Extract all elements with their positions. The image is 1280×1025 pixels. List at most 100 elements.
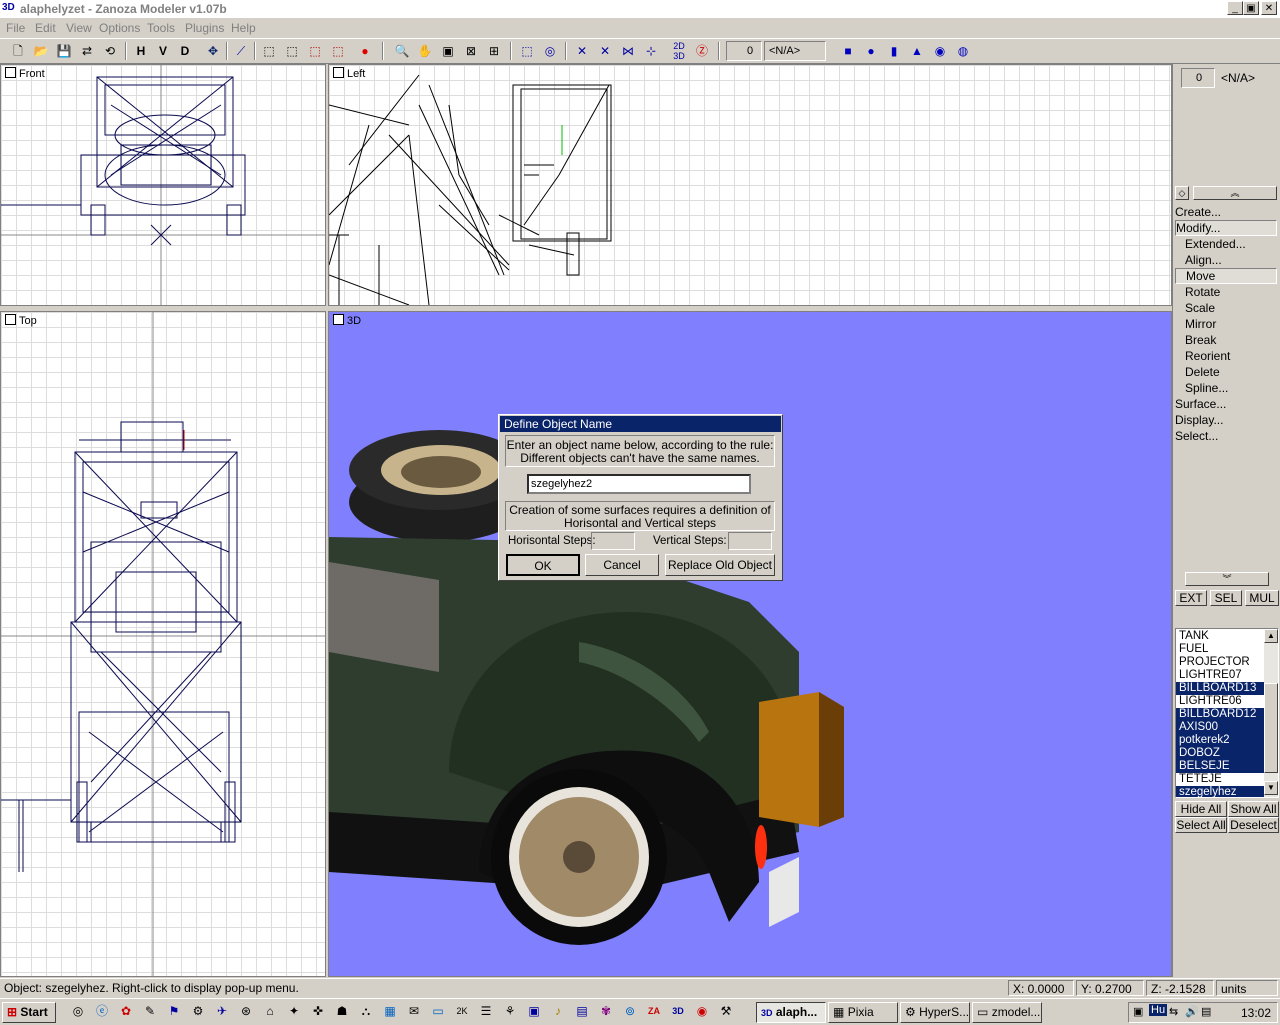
object-list-item[interactable]: LIGHTRE07 — [1176, 669, 1264, 682]
render-icon[interactable]: ● — [355, 41, 375, 61]
object-list-item[interactable]: LIGHTRE06 — [1176, 695, 1264, 708]
show-all-button[interactable]: Show All — [1228, 801, 1279, 817]
object-list-item[interactable]: BELSEJE — [1176, 760, 1264, 773]
quicklaunch-app-icon[interactable]: ✿ — [118, 1003, 134, 1019]
quicklaunch-3d-icon[interactable]: 3D — [670, 1003, 686, 1019]
tube-icon[interactable]: ◍ — [953, 41, 973, 61]
cube-textured-icon[interactable]: ⬚ — [328, 41, 348, 61]
hide-all-button[interactable]: Hide All — [1175, 801, 1227, 817]
panel-menu-align[interactable]: Align... — [1175, 252, 1277, 268]
quicklaunch-notepad-icon[interactable]: ✎ — [142, 1003, 158, 1019]
h-button[interactable]: H — [131, 41, 151, 61]
object-name-input[interactable]: szegelyhez2 — [527, 474, 751, 494]
object-list-item[interactable]: potkerek2 — [1176, 734, 1264, 747]
panel-spinner[interactable]: 0 — [1181, 68, 1215, 88]
quicklaunch-tool-icon[interactable]: ⚙ — [190, 1003, 206, 1019]
object-list-item[interactable]: DOBOZ — [1176, 747, 1264, 760]
ok-button[interactable]: OK — [506, 554, 580, 576]
tray-language[interactable]: Hu — [1149, 1004, 1168, 1016]
object-list-item[interactable]: BILLBOARD12 — [1176, 708, 1264, 721]
quicklaunch-disk-icon[interactable]: ▣ — [526, 1003, 542, 1019]
scrollbar-thumb[interactable] — [1264, 683, 1278, 773]
quicklaunch-app14-icon[interactable]: ♪ — [550, 1003, 566, 1019]
panel-menu-extended[interactable]: Extended... — [1175, 236, 1277, 252]
pan-icon[interactable]: ✋ — [415, 41, 435, 61]
scroll-down-arrow-icon[interactable]: ▼ — [1264, 781, 1278, 795]
scroll-up-arrow-icon[interactable]: ▲ — [1264, 629, 1278, 643]
quicklaunch-app10-icon[interactable]: ✉ — [406, 1003, 422, 1019]
task-alaph[interactable]: 3D alaph... — [756, 1002, 826, 1023]
panel-menu-scale[interactable]: Scale — [1175, 300, 1277, 316]
task-hypersnap[interactable]: ⚙ HyperS... — [900, 1002, 970, 1023]
object-list[interactable]: TANK FUEL PROJECTOR LIGHTRE07 BILLBOARD13 LIG… — [1175, 628, 1279, 798]
quicklaunch-app5-icon[interactable]: ✦ — [286, 1003, 302, 1019]
front-viewport[interactable]: Front — [0, 64, 326, 306]
object-list-item[interactable]: TANK — [1176, 630, 1264, 643]
sphere-icon[interactable]: ● — [861, 41, 881, 61]
face-icon[interactable]: ⋈ — [618, 41, 638, 61]
quicklaunch-app11-icon[interactable]: ▭ — [430, 1003, 446, 1019]
select-circle-icon[interactable]: ◎ — [540, 41, 560, 61]
start-button[interactable]: ⊞ Start — [2, 1002, 56, 1023]
scroll-down-icon[interactable]: ︾ — [1185, 572, 1269, 586]
zoom-extents-icon[interactable]: ▣ — [438, 41, 458, 61]
minimize-button[interactable]: _ — [1227, 1, 1243, 15]
menu-file[interactable]: File — [6, 21, 25, 35]
torus-icon[interactable]: ◉ — [930, 41, 950, 61]
tray-monitor-icon[interactable]: ▣ — [1133, 1005, 1143, 1018]
vertical-steps-input[interactable] — [728, 532, 772, 550]
panel-menu-modify[interactable]: Modify... — [1175, 220, 1277, 236]
vertex-icon[interactable]: ✕ — [572, 41, 592, 61]
panel-menu-surface[interactable]: Surface... — [1175, 396, 1277, 412]
cube-solid-icon[interactable]: ⬚ — [305, 41, 325, 61]
quicklaunch-app9-icon[interactable]: ▦ — [382, 1003, 398, 1019]
quicklaunch-ie-icon[interactable]: ⓔ — [94, 1003, 110, 1019]
select-box-icon[interactable]: ⬚ — [517, 41, 537, 61]
panel-menu-select[interactable]: Select... — [1175, 428, 1277, 444]
3d-viewport[interactable]: 3D — [328, 311, 1172, 977]
sel-button[interactable]: SEL — [1210, 590, 1242, 606]
quicklaunch-app13-icon[interactable]: ⚘ — [502, 1003, 518, 1019]
deselect-button[interactable]: Deselect — [1228, 817, 1279, 833]
quicklaunch-app3-icon[interactable]: ⊛ — [238, 1003, 254, 1019]
toolbar-spinner[interactable]: 0 — [726, 41, 762, 61]
edge-icon[interactable]: ✕ — [595, 41, 615, 61]
panel-menu-move[interactable]: Move — [1175, 268, 1277, 284]
panel-menu-rotate[interactable]: Rotate — [1175, 284, 1277, 300]
panel-menu-reorient[interactable]: Reorient — [1175, 348, 1277, 364]
new-icon[interactable]: 🗋 — [8, 41, 28, 61]
quicklaunch-2k-icon[interactable]: 2K — [454, 1003, 470, 1019]
quicklaunch-desktop-icon[interactable]: ◎ — [70, 1003, 86, 1019]
quicklaunch-app15-icon[interactable]: ▤ — [574, 1003, 590, 1019]
import-icon[interactable]: ⟲ — [100, 41, 120, 61]
quicklaunch-app19-icon[interactable]: ⚒ — [718, 1003, 734, 1019]
menu-help[interactable]: Help — [231, 21, 256, 35]
left-viewport[interactable]: Left — [328, 64, 1172, 306]
ext-button[interactable]: EXT — [1175, 590, 1207, 606]
quicklaunch-app2-icon[interactable]: ✈ — [214, 1003, 230, 1019]
horisontal-steps-input[interactable] — [591, 532, 635, 550]
quicklaunch-app6-icon[interactable]: ✜ — [310, 1003, 326, 1019]
menu-tools[interactable]: Tools — [147, 21, 175, 35]
quicklaunch-flag-icon[interactable]: ⚑ — [166, 1003, 182, 1019]
quicklaunch-app7-icon[interactable]: ☗ — [334, 1003, 350, 1019]
task-zmodel[interactable]: ▭ zmodel... — [972, 1002, 1042, 1023]
menu-options[interactable]: Options — [99, 21, 140, 35]
top-viewport[interactable]: Top — [0, 311, 326, 977]
close-button[interactable]: ✕ — [1261, 1, 1277, 15]
quicklaunch-app8-icon[interactable]: ⛬ — [358, 1003, 374, 1019]
d-button[interactable]: D — [175, 41, 195, 61]
v-button[interactable]: V — [153, 41, 173, 61]
axis-icon[interactable]: ⊹ — [641, 41, 661, 61]
object-list-item[interactable]: TETEJE — [1176, 773, 1264, 786]
tray-speaker-icon[interactable]: 🔊 — [1185, 1005, 1199, 1018]
select-all-button[interactable]: Select All — [1175, 817, 1227, 833]
2d-3d-icon[interactable]: 2D 3D — [669, 41, 689, 61]
quicklaunch-app4-icon[interactable]: ⌂ — [262, 1003, 278, 1019]
quicklaunch-app18-icon[interactable]: ◉ — [694, 1003, 710, 1019]
cube-flat-icon[interactable]: ⬚ — [282, 41, 302, 61]
panel-toggle-icon[interactable]: ◇ — [1175, 186, 1189, 200]
object-list-item[interactable]: BILLBOARD13 — [1176, 682, 1264, 695]
open-icon[interactable]: 📂 — [31, 41, 51, 61]
mul-button[interactable]: MUL — [1245, 590, 1279, 606]
